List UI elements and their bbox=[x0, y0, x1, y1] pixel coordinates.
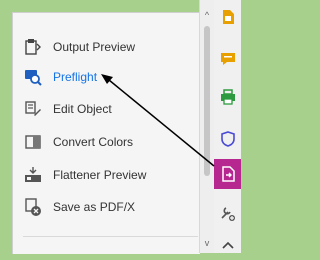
more-tools-tool[interactable] bbox=[214, 199, 241, 229]
preflight-item[interactable]: Preflight bbox=[24, 65, 97, 89]
pdf-file-icon bbox=[222, 10, 234, 24]
save-as-pdfx-item[interactable]: Save as PDF/X bbox=[24, 195, 135, 219]
flattener-preview-label: Flattener Preview bbox=[53, 168, 147, 182]
protect-shield-icon bbox=[220, 131, 235, 147]
preflight-label: Preflight bbox=[53, 70, 98, 84]
edit-object-icon bbox=[24, 100, 42, 118]
edit-object-item[interactable]: Edit Object bbox=[24, 97, 112, 121]
pdf-file-tool[interactable] bbox=[214, 2, 241, 32]
convert-colors-label: Convert Colors bbox=[53, 135, 134, 149]
flattener-preview-item[interactable]: Flattener Preview bbox=[24, 163, 146, 187]
preflight-icon bbox=[24, 68, 42, 86]
comment-icon bbox=[220, 53, 235, 65]
protect-tool[interactable] bbox=[214, 124, 241, 154]
edit-object-label: Edit Object bbox=[53, 102, 112, 116]
output-preview-label: Output Preview bbox=[53, 40, 136, 54]
print-production-panel: Output Preview Preflight Edit Object Con… bbox=[12, 12, 200, 254]
more-tools-icon bbox=[220, 207, 235, 221]
save-as-pdfx-icon bbox=[24, 198, 42, 216]
panel-divider bbox=[23, 236, 198, 237]
scroll-down-button[interactable]: v bbox=[200, 236, 214, 250]
output-preview-icon bbox=[24, 38, 42, 56]
comment-tool[interactable] bbox=[214, 44, 241, 74]
convert-colors-icon bbox=[24, 133, 42, 151]
panel-scrollbar[interactable]: ^ v bbox=[199, 0, 215, 253]
print-production-tool[interactable] bbox=[214, 82, 241, 112]
save-as-pdfx-label: Save as PDF/X bbox=[53, 200, 136, 214]
scroll-thumb[interactable] bbox=[204, 26, 210, 176]
convert-colors-item[interactable]: Convert Colors bbox=[24, 130, 133, 154]
flattener-preview-icon bbox=[24, 166, 42, 184]
print-production-icon bbox=[220, 89, 235, 105]
scroll-up-button[interactable]: ^ bbox=[200, 8, 214, 22]
export-pdf-tool[interactable] bbox=[214, 159, 241, 189]
output-preview-item[interactable]: Output Preview bbox=[24, 35, 135, 59]
collapse-tool[interactable] bbox=[214, 230, 241, 260]
chevron-up-icon bbox=[221, 241, 234, 249]
export-pdf-icon bbox=[221, 166, 235, 182]
right-tools-strip bbox=[214, 0, 241, 253]
